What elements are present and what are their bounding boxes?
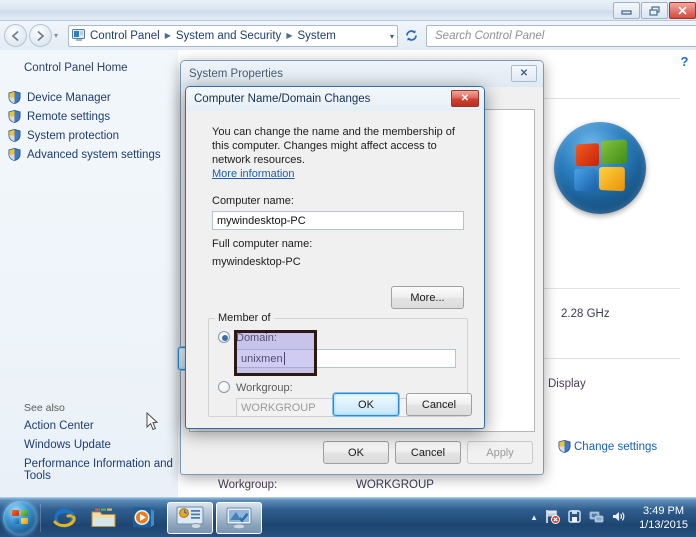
system-properties-apply-button: Apply [467,441,533,464]
search-placeholder: Search Control Panel [435,29,545,42]
computer-name-input[interactable]: mywindesktop-PC [212,211,464,230]
member-of-legend: Member of [215,312,274,324]
computer-name-label: Computer name: [212,195,294,207]
more-information-link[interactable]: More information [212,167,295,181]
windows-flag-icon [574,139,629,197]
processor-speed-value: 2.28 GHz [561,308,610,320]
back-button[interactable] [4,24,27,47]
close-icon[interactable]: ✕ [451,90,479,107]
breadcrumb-separator-icon: ▶ [286,31,293,40]
taskbar-divider [40,503,41,532]
domain-input[interactable]: unixmen [236,349,456,368]
system-tray: ▲ 3:49 PM 1/13/2015 [530,501,696,535]
sidebar-item-label: Remote settings [27,110,111,123]
domain-dialog-body: You can change the name and the membersh… [186,111,484,428]
sidebar-item-system-protection[interactable]: System protection [0,126,178,145]
change-settings-label: Change settings [574,440,658,453]
display-label: Display [548,378,586,390]
internet-explorer-icon[interactable] [44,501,84,535]
control-panel-window-button[interactable] [167,501,213,534]
clock-date: 1/13/2015 [639,518,688,531]
breadcrumb-system[interactable]: System [295,30,337,42]
windows-flag-icon [12,509,29,526]
close-icon[interactable]: ✕ [511,65,537,82]
clock[interactable]: 3:49 PM 1/13/2015 [633,504,688,532]
media-player-icon[interactable] [124,501,164,535]
more-button[interactable]: More... [391,286,464,309]
window-controls [613,2,696,19]
restore-button[interactable] [641,2,668,19]
windows-logo [554,122,646,214]
refresh-icon[interactable] [400,25,422,47]
workgroup-row-label: Workgroup: [218,479,278,491]
sidebar-item-control-panel-home[interactable]: Control Panel Home [0,62,178,74]
close-button[interactable] [669,2,696,19]
workgroup-radio-label[interactable]: Workgroup: [236,382,293,394]
domain-dialog-cancel-button[interactable]: Cancel [406,393,472,416]
shield-icon [8,128,21,143]
window-title-bar[interactable] [0,0,696,21]
network-icon[interactable] [589,509,604,527]
description-text: You can change the name and the membersh… [212,126,455,166]
computer-icon [72,29,86,42]
sidebar-item-advanced-system-settings[interactable]: Advanced system settings [0,145,178,164]
shield-icon [558,439,571,454]
change-settings-link[interactable]: Change settings [558,439,658,454]
search-input[interactable]: Search Control Panel [426,24,696,47]
computer-name-domain-changes-dialog: Computer Name/Domain Changes ✕ You can c… [185,86,485,429]
shield-icon [8,90,21,105]
forward-button[interactable] [29,24,52,47]
windows-explorer-icon[interactable] [84,501,124,535]
address-bar[interactable]: Control Panel ▶ System and Security ▶ Sy… [68,24,398,47]
recent-pages-chevron-icon[interactable]: ▾ [54,31,64,40]
action-center-flag-icon[interactable] [545,509,561,527]
system-properties-title-bar[interactable]: System Properties ✕ [181,61,543,87]
removable-media-icon[interactable] [567,509,582,527]
workgroup-value: WORKGROUP [241,401,316,414]
domain-dialog-title: Computer Name/Domain Changes [194,93,371,105]
chevron-down-icon[interactable]: ▾ [390,32,394,41]
sidebar-item-device-manager[interactable]: Device Manager [0,88,178,107]
breadcrumb-control-panel[interactable]: Control Panel [88,30,162,42]
sidebar-item-remote-settings[interactable]: Remote settings [0,107,178,126]
show-hidden-icons-arrow[interactable]: ▲ [530,513,538,522]
help-icon[interactable]: ? [677,54,692,69]
workgroup-radio[interactable] [218,381,230,393]
full-computer-name-label: Full computer name: [212,238,313,250]
full-computer-name-value: mywindesktop-PC [212,256,301,268]
system-properties-window-button[interactable] [216,501,262,534]
start-orb[interactable] [3,500,37,535]
domain-radio-label[interactable]: Domain: [236,332,277,344]
sidebar-item-label: System protection [27,129,120,142]
shield-icon [8,147,21,162]
shield-icon [8,109,21,124]
clock-time: 3:49 PM [643,504,685,517]
see-also-link-performance-information[interactable]: Performance Information and Tools [24,458,174,482]
system-properties-footer: OK Cancel Apply [323,441,533,464]
domain-value: unixmen [241,352,283,365]
domain-dialog-ok-button[interactable]: OK [333,393,399,416]
taskbar: ▲ 3:49 PM 1/13/2015 [0,497,696,537]
domain-radio[interactable] [218,331,230,343]
sidebar-item-label: Device Manager [27,91,111,104]
breadcrumb-system-and-security[interactable]: System and Security [174,30,283,42]
sidebar-item-label: Advanced system settings [27,148,161,161]
workgroup-row-value: WORKGROUP [356,479,434,491]
system-properties-title: System Properties [189,68,283,80]
volume-icon[interactable] [611,509,626,527]
system-properties-ok-button[interactable]: OK [323,441,389,464]
minimize-button[interactable] [613,2,640,19]
domain-dialog-description: You can change the name and the membersh… [212,125,464,181]
system-properties-cancel-button[interactable]: Cancel [395,441,461,464]
computer-name-value: mywindesktop-PC [217,214,306,227]
mouse-cursor [146,411,159,431]
address-toolbar: ▾ Control Panel ▶ System and Security ▶ … [0,21,696,50]
domain-dialog-title-bar[interactable]: Computer Name/Domain Changes ✕ [186,87,484,111]
breadcrumb-separator-icon: ▶ [164,31,171,40]
see-also-link-windows-update[interactable]: Windows Update [24,439,174,451]
domain-dialog-footer: OK Cancel [333,393,472,416]
